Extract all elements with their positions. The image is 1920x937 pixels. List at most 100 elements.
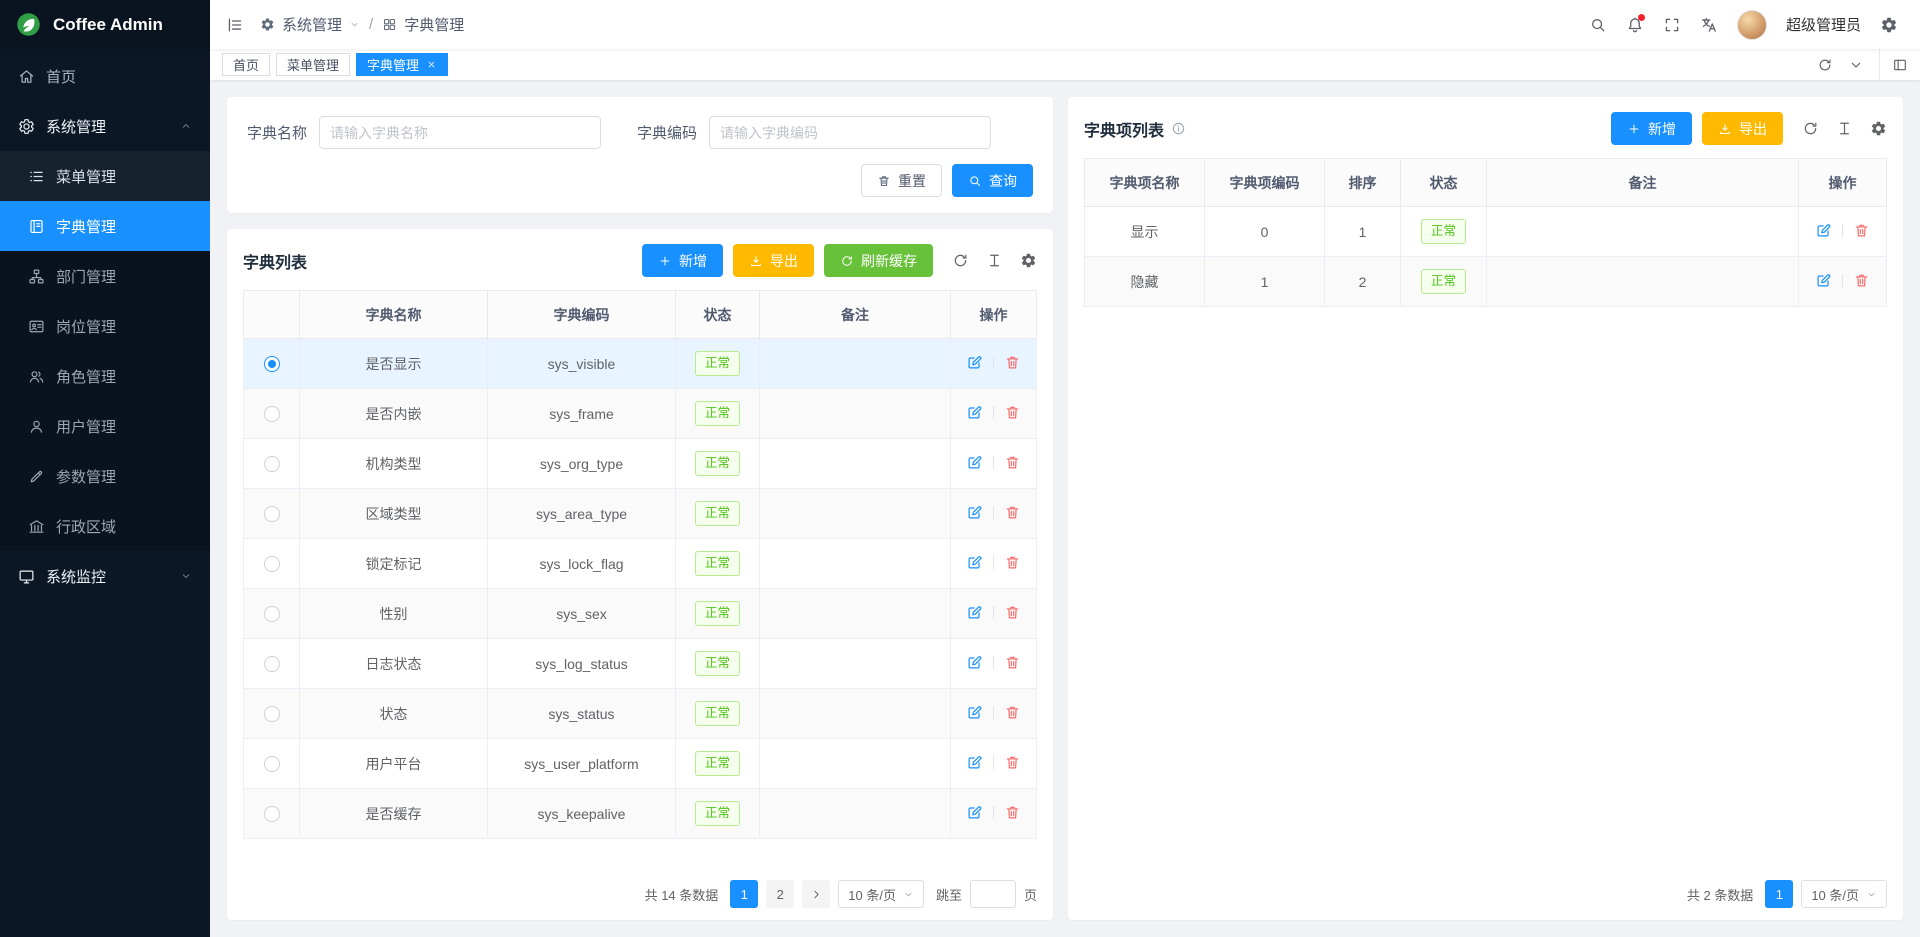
refresh-table-icon[interactable] [952, 252, 969, 269]
edit-row-icon[interactable] [966, 804, 983, 821]
dict-row[interactable]: 是否缓存sys_keepalive正常 [244, 789, 1037, 839]
sidebar-item-region[interactable]: 行政区域 [0, 501, 210, 551]
username[interactable]: 超级管理员 [1786, 14, 1861, 35]
info-icon[interactable] [1171, 121, 1186, 136]
delete-row-icon[interactable] [1004, 704, 1021, 721]
jump-page-input[interactable] [970, 880, 1016, 908]
close-tab-icon[interactable] [426, 59, 437, 70]
avatar[interactable] [1737, 10, 1767, 40]
collapse-sidebar-icon[interactable] [226, 16, 244, 34]
translate-icon[interactable] [1700, 16, 1718, 34]
sidebar-item-home[interactable]: 首页 [0, 51, 210, 101]
app-logo[interactable]: Coffee Admin [0, 0, 210, 49]
breadcrumb-parent[interactable]: 系统管理 [260, 14, 360, 35]
row-radio[interactable] [264, 456, 280, 472]
export-dict-button[interactable]: 导出 [733, 244, 814, 277]
page-size-select[interactable]: 10 条/页 [838, 880, 924, 908]
delete-row-icon[interactable] [1004, 804, 1021, 821]
fullscreen-icon[interactable] [1663, 16, 1681, 34]
next-page-button[interactable] [802, 880, 830, 908]
page-button-1[interactable]: 1 [1765, 880, 1793, 908]
dict-item-row[interactable]: 显示01正常 [1085, 207, 1887, 257]
page-button-2[interactable]: 2 [766, 880, 794, 908]
dict-row[interactable]: 机构类型sys_org_type正常 [244, 439, 1037, 489]
sidebar-item-system[interactable]: 系统管理 [0, 101, 210, 151]
edit-row-icon[interactable] [966, 754, 983, 771]
edit-row-icon[interactable] [1815, 222, 1832, 239]
dict-row[interactable]: 锁定标记sys_lock_flag正常 [244, 539, 1037, 589]
reset-button[interactable]: 重置 [861, 164, 942, 197]
edit-row-icon[interactable] [966, 704, 983, 721]
edit-row-icon[interactable] [1815, 272, 1832, 289]
edit-row-icon[interactable] [966, 354, 983, 371]
edit-row-icon[interactable] [966, 454, 983, 471]
jump-label: 跳至 [936, 885, 962, 904]
row-radio[interactable] [264, 506, 280, 522]
row-radio[interactable] [264, 756, 280, 772]
delete-row-icon[interactable] [1004, 454, 1021, 471]
delete-row-icon[interactable] [1853, 222, 1870, 239]
sidebar-item-role[interactable]: 角色管理 [0, 351, 210, 401]
notifications-button[interactable] [1626, 16, 1644, 34]
tab-menu[interactable]: 菜单管理 [276, 53, 350, 76]
dict-row[interactable]: 是否显示sys_visible正常 [244, 339, 1037, 389]
edit-row-icon[interactable] [966, 604, 983, 621]
sidebar-item-dept[interactable]: 部门管理 [0, 251, 210, 301]
delete-row-icon[interactable] [1004, 654, 1021, 671]
sidebar-item-user[interactable]: 用户管理 [0, 401, 210, 451]
add-dict-item-button[interactable]: 新增 [1611, 112, 1692, 145]
row-height-icon[interactable] [986, 252, 1003, 269]
delete-row-icon[interactable] [1004, 604, 1021, 621]
row-radio[interactable] [264, 556, 280, 572]
sidebar-item-post[interactable]: 岗位管理 [0, 301, 210, 351]
delete-row-icon[interactable] [1004, 404, 1021, 421]
dict-row[interactable]: 日志状态sys_log_status正常 [244, 639, 1037, 689]
dict-row[interactable]: 性别sys_sex正常 [244, 589, 1037, 639]
delete-row-icon[interactable] [1004, 504, 1021, 521]
row-radio[interactable] [264, 406, 280, 422]
column-settings-icon[interactable] [1870, 120, 1887, 137]
sidebar-item-menu[interactable]: 菜单管理 [0, 151, 210, 201]
delete-row-icon[interactable] [1004, 554, 1021, 571]
refresh-table-icon[interactable] [1802, 120, 1819, 137]
tab-dict[interactable]: 字典管理 [356, 53, 448, 76]
page-button-1[interactable]: 1 [730, 880, 758, 908]
dict-row[interactable]: 区域类型sys_area_type正常 [244, 489, 1037, 539]
delete-row-icon[interactable] [1004, 354, 1021, 371]
sidebar-item-dict[interactable]: 字典管理 [0, 201, 210, 251]
edit-row-icon[interactable] [966, 554, 983, 571]
dict-code-input[interactable] [709, 116, 991, 149]
row-radio[interactable] [264, 706, 280, 722]
row-height-icon[interactable] [1836, 120, 1853, 137]
query-button[interactable]: 查询 [952, 164, 1033, 197]
dict-item-row[interactable]: 隐藏12正常 [1085, 257, 1887, 307]
dict-name-input[interactable] [319, 116, 601, 149]
row-radio[interactable] [264, 606, 280, 622]
dict-row[interactable]: 用户平台sys_user_platform正常 [244, 739, 1037, 789]
edit-row-icon[interactable] [966, 654, 983, 671]
column-settings-icon[interactable] [1020, 252, 1037, 269]
search-icon[interactable] [1589, 16, 1607, 34]
edit-row-icon[interactable] [966, 504, 983, 521]
row-radio[interactable] [264, 656, 280, 672]
tab-home[interactable]: 首页 [222, 53, 270, 76]
delete-row-icon[interactable] [1853, 272, 1870, 289]
dict-row[interactable]: 状态sys_status正常 [244, 689, 1037, 739]
layout-icon[interactable] [1892, 57, 1908, 73]
row-radio[interactable] [264, 356, 280, 372]
delete-row-icon[interactable] [1004, 754, 1021, 771]
topbar-actions: 超级管理员 [1589, 10, 1898, 40]
status-badge: 正常 [695, 501, 740, 526]
edit-row-icon[interactable] [966, 404, 983, 421]
sidebar-item-monitor[interactable]: 系统监控 [0, 551, 210, 601]
tab-options-chevron-icon[interactable] [1848, 57, 1864, 73]
page-size-select[interactable]: 10 条/页 [1801, 880, 1887, 908]
export-dict-items-button[interactable]: 导出 [1702, 112, 1783, 145]
add-dict-button[interactable]: 新增 [642, 244, 723, 277]
row-radio[interactable] [264, 806, 280, 822]
refresh-page-icon[interactable] [1817, 57, 1833, 73]
refresh-cache-button[interactable]: 刷新缓存 [824, 244, 933, 277]
settings-gear-icon[interactable] [1880, 16, 1898, 34]
sidebar-item-param[interactable]: 参数管理 [0, 451, 210, 501]
dict-row[interactable]: 是否内嵌sys_frame正常 [244, 389, 1037, 439]
